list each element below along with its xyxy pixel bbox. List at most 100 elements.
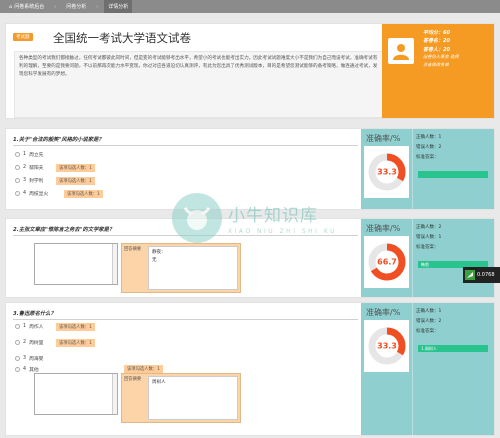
accuracy-title: 准确率/% [366, 224, 401, 233]
home-icon: ⌂ [9, 3, 13, 10]
option-number: 4 [23, 367, 27, 372]
watermark-subtitle: XIAO NIU ZHI SHI KU [228, 228, 338, 235]
option-count-tag: 该项勾选人数：1 [56, 339, 95, 347]
chevron-right-icon: › [54, 3, 57, 10]
option-label: 封学利 [29, 179, 44, 184]
breadcrumb-label: 问卷分析 [66, 4, 87, 10]
breadcrumb-label: 问卷系统后台 [14, 4, 45, 10]
average-score: 平均分：60 [423, 30, 450, 36]
radio-button[interactable] [15, 340, 20, 345]
summary-panel: 平均分：60 答卷名：20 答卷人：20 出卷份人某会 选择 点击修改名单 [382, 24, 494, 118]
exam-type-badge: 考试题 [13, 33, 33, 41]
wrong-count: 错误人数：1 [416, 235, 442, 240]
answer-label: 标准答案： [416, 245, 439, 250]
user-icon [393, 44, 409, 60]
question-text: 1.关于"合法的般笑"风格的小说家是？ [13, 137, 104, 143]
radio-button[interactable] [15, 324, 20, 329]
summary-label: 回答摘要 [124, 247, 142, 252]
radio-button[interactable] [15, 165, 20, 170]
accuracy-value: 66.7 [377, 258, 397, 267]
option-item[interactable]: 2 郁阳夫 [15, 164, 43, 171]
question-card-3: 3.鲁迅原名什么？ 1 周作人 2 周树里 3 周海婴 4 其他 该项勾选人数：1 该项… [5, 302, 495, 436]
option-label: 周立先 [29, 153, 44, 158]
option-count-tag: 该项勾选人数：1 [56, 323, 95, 331]
accuracy-title: 准确率/% [366, 308, 401, 317]
stats: 正确人数：1 错误人数：2 标准答案： [416, 307, 441, 337]
answer-label: 标准答案： [416, 155, 439, 160]
wrong-count: 错误人数：2 [416, 319, 442, 324]
option-count-tag: 该项勾选人数：1 [56, 177, 95, 185]
radio-button[interactable] [15, 191, 20, 196]
donut-chart: 66.7 [364, 236, 409, 288]
accuracy-panel: 准确率/% 33.3 正确人数：1 错误人数：2 标准答案： [361, 129, 494, 209]
summary-label: 回答摘要 [124, 377, 142, 382]
option-number: 1 [23, 152, 27, 157]
accuracy-donut: 66.7 [368, 243, 406, 281]
watermark: 小牛知识库 XIAO NIU ZHI SHI KU [172, 193, 337, 243]
divider [412, 303, 413, 435]
radio-button[interactable] [15, 356, 20, 361]
summary-content[interactable]: 周树人 [148, 376, 238, 420]
scrollbar[interactable] [112, 374, 117, 414]
accuracy-value: 33.3 [377, 342, 397, 351]
breadcrumb-item-detail[interactable]: 详情分析 [104, 0, 133, 13]
option-number: 3 [23, 178, 27, 183]
donut-chart: 33.3 [364, 320, 409, 372]
option-item[interactable]: 1 周作人 [15, 323, 43, 330]
correct-count: 正确人数：2 [416, 225, 442, 230]
option-item[interactable]: 2 周树里 [15, 339, 43, 346]
option-count-tag: 该项勾选人数：1 [124, 365, 163, 373]
option-label: 郁阳夫 [29, 166, 44, 171]
scrollbar[interactable] [112, 244, 117, 284]
question-body: 3.鲁迅原名什么？ 1 周作人 2 周树里 3 周海婴 4 其他 该项勾选人数：1 该项… [6, 303, 361, 435]
option-item[interactable]: 3 周海婴 [15, 355, 43, 362]
answer-count: 答卷名：20 [423, 38, 450, 45]
summary-info: 平均分：60 答卷名：20 答卷人：20 出卷份人某会 选择 点击修改名单 [423, 29, 459, 70]
breadcrumb-label: 详情分析 [108, 4, 129, 10]
option-number: 2 [23, 165, 27, 170]
option-label: 周枝显火 [29, 192, 49, 197]
option-number: 3 [23, 356, 27, 361]
summary-line: 无 [152, 258, 157, 263]
answer-textarea[interactable] [34, 243, 118, 285]
summary-link[interactable]: 点击修改名单 [423, 62, 459, 70]
option-item[interactable]: 4 周枝显火 [15, 190, 48, 197]
respondent-count: 答卷人：20 [423, 46, 450, 53]
widget-value: 0.0768 [477, 272, 495, 278]
chevron-right-icon: › [96, 3, 99, 10]
divider [412, 129, 413, 209]
accuracy-panel: 准确率/% 33.3 正确人数：1 错误人数：2 标准答案： 1.周树人 [361, 303, 494, 435]
other-textarea[interactable] [34, 373, 118, 415]
radio-button[interactable] [15, 367, 20, 372]
page-title: 全国统一考试大学语文试卷 [53, 31, 191, 45]
exam-description: 各种类型的考试我们都接触过，任何考试都彼此同时间，但是变的考试能够考出水平，希望… [14, 51, 384, 118]
breadcrumb-item-analysis[interactable]: 问卷分析 [62, 0, 90, 13]
question-text: 3.鲁迅原名什么？ [13, 311, 56, 317]
option-number: 4 [23, 191, 27, 196]
breadcrumb-item-home[interactable]: ⌂ 问卷系统后台 [5, 0, 48, 13]
option-item[interactable]: 1 周立先 [15, 151, 43, 158]
ox-icon [183, 207, 211, 230]
correct-count: 正确人数：1 [416, 309, 442, 314]
side-widget[interactable]: 0.0768 [463, 267, 500, 283]
accuracy-title: 准确率/% [366, 134, 401, 143]
option-count-tag: 该项勾选人数：1 [64, 190, 103, 198]
radio-button[interactable] [15, 152, 20, 157]
answer-summary: 回答摘要 周树人 [121, 373, 241, 423]
stats: 正确人数：1 错误人数：2 标准答案： [416, 133, 441, 163]
wrong-count: 错误人数：2 [416, 145, 442, 150]
option-item[interactable]: 4 其他 [15, 366, 39, 373]
option-item[interactable]: 3 封学利 [15, 177, 43, 184]
summary-line: 出卷份人某会 选择 [423, 54, 459, 60]
option-label: 周海婴 [29, 357, 44, 362]
accuracy-panel: 准确率/% 66.7 正确人数：2 错误人数：1 标准答案： 韩愈 [361, 219, 494, 297]
summary-line: 周树人 [152, 380, 166, 385]
correct-count: 正确人数：1 [416, 135, 442, 140]
summary-content[interactable]: 静夜： 无 [148, 246, 238, 290]
accuracy-donut: 33.3 [368, 327, 406, 365]
breadcrumb: ⌂ 问卷系统后台 › 问卷分析 › 详情分析 [0, 0, 500, 13]
option-label: 其他 [29, 368, 39, 373]
radio-button[interactable] [15, 178, 20, 183]
option-number: 1 [23, 324, 27, 329]
divider [13, 145, 358, 146]
